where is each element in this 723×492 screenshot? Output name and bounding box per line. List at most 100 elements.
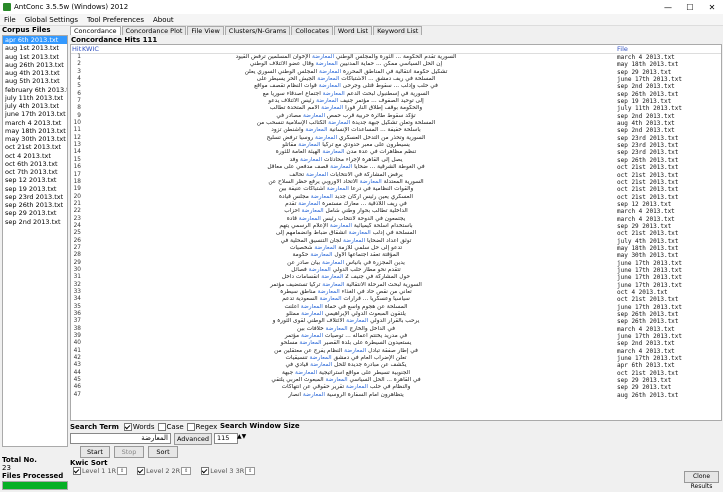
col-kwic[interactable]: KWIC bbox=[82, 45, 617, 53]
file-name[interactable]: sep 26th 2013.txt bbox=[609, 311, 721, 318]
col-hit[interactable]: Hit bbox=[71, 45, 82, 53]
table-row[interactable]: 24 باستخدام أسلحة كيميائية المعارضة الإعل… bbox=[71, 223, 721, 230]
kwic-line[interactable]: الجنوبية تسيطر على مواقع استراتيجية المع… bbox=[83, 370, 609, 377]
kwic-line[interactable]: تدعو إلى حل سلمي للأزمة المعارضة شخصيات bbox=[83, 245, 609, 252]
kwic-keyword[interactable]: المعارضة bbox=[318, 289, 340, 295]
file-name[interactable]: sep 26th 2013.txt bbox=[609, 91, 721, 98]
kwic-line[interactable]: تشكيل حكومة انتقالية في المناطق المحررة … bbox=[83, 69, 609, 76]
corpus-file-item[interactable]: aug 26th 2013.txt bbox=[3, 61, 67, 69]
corpus-file-item[interactable]: july 11th 2013.txt bbox=[3, 94, 67, 102]
kwic-keyword[interactable]: المعارضة bbox=[326, 326, 348, 332]
table-row[interactable]: 34 سياسياً وعسكرياً ... قرارات المعارضة ا… bbox=[71, 296, 721, 303]
file-name[interactable]: sep 12 2013.txt bbox=[609, 201, 721, 208]
kwic-keyword[interactable]: المعارضة bbox=[299, 340, 321, 346]
kwic-line[interactable]: يرفض المشاركة في الانتخابات المعارضة تحا… bbox=[83, 172, 609, 179]
level-3[interactable]: Level 3 3R ⇕ bbox=[198, 467, 256, 475]
level-1-spinner-icon[interactable]: ⇕ bbox=[117, 467, 128, 475]
table-row[interactable]: 15 يصل إلى القاهرة لإجراء محادثات المعارض… bbox=[71, 157, 721, 164]
kwic-keyword[interactable]: المعارضة bbox=[319, 83, 341, 89]
table-row[interactable]: 45 في القاهرة ... الحل السياسي المعارضة ا… bbox=[71, 377, 721, 384]
kwic-line[interactable]: في حلب وإدلب ... سقوط قتلى وجرحى المعارض… bbox=[83, 83, 609, 90]
file-name[interactable]: sep 2nd 2013.txt bbox=[609, 113, 721, 120]
file-name[interactable]: apr 6th 2013.txt bbox=[609, 362, 721, 369]
file-name[interactable]: sep 19 2013.txt bbox=[609, 98, 721, 105]
file-name[interactable]: june 17th 2013.txt bbox=[609, 267, 721, 274]
table-row[interactable]: 44 الجنوبية تسيطر على مواقع استراتيجية ال… bbox=[71, 370, 721, 377]
kwic-line[interactable]: في الغوطة الشرقية ... ضحايا المعارضة قصف… bbox=[83, 164, 609, 171]
corpus-file-item[interactable]: aug 5th 2013.txt bbox=[3, 77, 67, 85]
file-name[interactable]: sep 26th 2013.txt bbox=[609, 157, 721, 164]
kwic-keyword[interactable]: المعارضة bbox=[301, 333, 323, 339]
kwic-line[interactable]: يلتقون المبعوث الدولي الإبراهيمي المعارض… bbox=[83, 311, 609, 318]
kwic-line[interactable]: يرحب بالقرار الدولي المعارضة الائتلاف ال… bbox=[83, 318, 609, 325]
kwic-line[interactable]: السورية لبحث المرحلة الانتقالية المعارضة… bbox=[83, 282, 609, 289]
corpus-file-item[interactable]: june 17th 2013.txt bbox=[3, 110, 67, 118]
kwic-keyword[interactable]: المعارضة bbox=[344, 348, 366, 354]
kwic-keyword[interactable]: المعارضة bbox=[299, 216, 321, 222]
kwic-keyword[interactable]: المعارضة bbox=[326, 377, 348, 383]
kwic-line[interactable]: يستعيدون السيطرة على بلدة القصير المعارض… bbox=[83, 340, 609, 347]
kwic-keyword[interactable]: المعارضة bbox=[301, 311, 323, 317]
minimize-button[interactable]: — bbox=[657, 0, 679, 14]
start-button[interactable]: Start bbox=[80, 446, 110, 458]
menu-tool-preferences[interactable]: Tool Preferences bbox=[83, 16, 149, 24]
tab-concordance-plot[interactable]: Concordance Plot bbox=[121, 26, 187, 35]
level-1-value[interactable]: 1R bbox=[107, 467, 116, 475]
kwic-keyword[interactable]: المعارضة bbox=[301, 304, 323, 310]
corpus-file-item[interactable]: aug 4th 2013.txt bbox=[3, 69, 67, 77]
table-row[interactable]: 14 تنظم مظاهرات في عدة مدن المعارضة الهيئ… bbox=[71, 149, 721, 156]
corpus-file-item[interactable]: sep 2nd 2013.txt bbox=[3, 218, 67, 226]
table-row[interactable]: 23 يجتمعون في الدوحة لانتخاب رئيس المعارض… bbox=[71, 216, 721, 223]
level-3-spinner-icon[interactable]: ⇕ bbox=[245, 467, 256, 475]
kwic-line[interactable]: يتظاهرون أمام السفارة الروسية المعارضة أ… bbox=[83, 392, 609, 399]
kwic-keyword[interactable]: المعارضة bbox=[310, 362, 332, 368]
kwic-keyword[interactable]: المعارضة bbox=[322, 149, 344, 155]
kwic-keyword[interactable]: المعارضة bbox=[311, 194, 333, 200]
corpus-file-item[interactable]: sep 23rd 2013.txt bbox=[3, 193, 67, 201]
kwic-keyword[interactable]: المعارضة bbox=[327, 186, 349, 192]
file-name[interactable]: march 4 2013.txt bbox=[609, 216, 721, 223]
file-name[interactable]: sep 29 2013.txt bbox=[609, 223, 721, 230]
table-row[interactable]: 33 تعاني من نقص حاد في الغذاء المعارضة من… bbox=[71, 289, 721, 296]
table-row[interactable]: 18 السورية المعتدلة المعارضة الاتحاد الأو… bbox=[71, 179, 721, 186]
level-2-checkbox[interactable] bbox=[137, 467, 146, 475]
table-row[interactable]: 10 المسلحة وتعلن تشكيل جبهة جديدة المعارض… bbox=[71, 120, 721, 127]
file-name[interactable]: may 18th 2013.txt bbox=[609, 245, 721, 252]
kwic-keyword[interactable]: المعارضة bbox=[322, 282, 344, 288]
concordance-grid[interactable]: Hit KWIC File 1 السورية تقدم الحكومة ... … bbox=[70, 44, 722, 421]
kwic-line[interactable]: السورية في إسطنبول لبحث الدعم المعارضة ا… bbox=[83, 91, 609, 98]
corpus-file-item[interactable]: sep 26th 2013.txt bbox=[3, 201, 67, 209]
table-row[interactable]: 9 تؤكد سقوط طائرة حربية قرب حمص المعارضة … bbox=[71, 113, 721, 120]
regex-checkbox[interactable] bbox=[186, 422, 195, 431]
kwic-keyword[interactable]: المعارضة bbox=[316, 98, 338, 104]
level-3-value[interactable]: 3R bbox=[236, 467, 245, 475]
file-name[interactable]: june 17th 2013.txt bbox=[609, 76, 721, 83]
kwic-line[interactable]: باستخدام أسلحة كيميائية المعارضة الإعلام… bbox=[83, 223, 609, 230]
file-name[interactable]: july 4th 2013.txt bbox=[609, 238, 721, 245]
table-row[interactable]: 7 إلى توحيد الصفوف ... مؤتمر جنيف المعارض… bbox=[71, 98, 721, 105]
file-name[interactable]: aug 4th 2013.txt bbox=[609, 120, 721, 127]
corpus-file-item[interactable]: apr 6th 2013.txt bbox=[3, 36, 67, 45]
tab-clusters-n-grams[interactable]: Clusters/N-Grams bbox=[224, 26, 291, 35]
kwic-keyword[interactable]: المعارضة bbox=[319, 69, 341, 75]
kwic-line[interactable]: يكشف عن مبادرة جديدة للحل المعارضة قيادي… bbox=[83, 362, 609, 369]
level-3-checkbox[interactable] bbox=[201, 467, 210, 475]
kwic-line[interactable]: المؤقتة تعقد اجتماعها الأول المعارضة حكو… bbox=[83, 252, 609, 259]
table-row[interactable]: 27 تدعو إلى حل سلمي للأزمة المعارضة شخصيا… bbox=[71, 245, 721, 252]
file-name[interactable]: sep 26th 2013.txt bbox=[609, 318, 721, 325]
kwic-keyword[interactable]: المعارضة bbox=[314, 245, 336, 251]
table-row[interactable]: 37 يرحب بالقرار الدولي المعارضة الائتلاف … bbox=[71, 318, 721, 325]
kwic-line[interactable]: المسلحة عن هجوم واسع في حماة المعارضة أع… bbox=[83, 304, 609, 311]
table-row[interactable]: 4 المسلحة في ريف دمشق ... الاشتباكات المع… bbox=[71, 76, 721, 83]
table-row[interactable]: 35 المسلحة عن هجوم واسع في حماة المعارضة … bbox=[71, 304, 721, 311]
kwic-keyword[interactable]: المعارضة bbox=[302, 208, 324, 214]
corpus-file-item[interactable]: sep 19 2013.txt bbox=[3, 185, 67, 193]
kwic-keyword[interactable]: المعارضة bbox=[315, 135, 337, 141]
file-name[interactable]: oct 21st 2013.txt bbox=[609, 230, 721, 237]
file-name[interactable]: sep 23rd 2013.txt bbox=[609, 135, 721, 142]
kwic-line[interactable]: والنظام في حلب المعارضة تقرير حقوقي عن ا… bbox=[83, 384, 609, 391]
menu-about[interactable]: About bbox=[149, 16, 179, 24]
corpus-file-item[interactable]: aug 1st 2013.txt bbox=[3, 44, 67, 52]
stop-button[interactable]: Stop bbox=[114, 446, 144, 458]
kwic-keyword[interactable]: المعارضة bbox=[303, 392, 325, 398]
